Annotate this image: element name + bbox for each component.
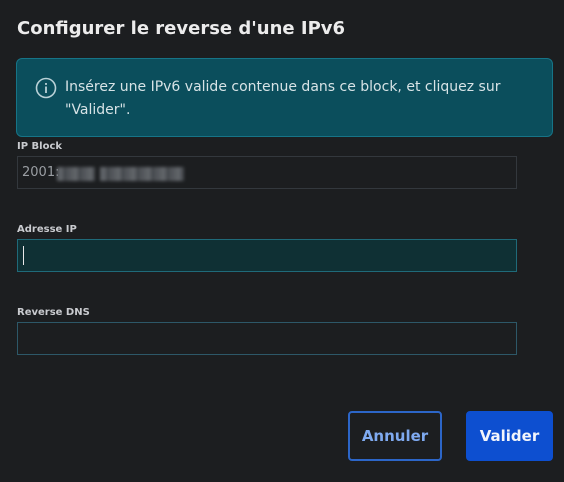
ip-block-label: IP Block xyxy=(17,141,63,152)
submit-button[interactable]: Valider xyxy=(466,411,553,461)
redacted-ip-segment xyxy=(57,167,95,181)
text-caret xyxy=(23,246,24,265)
reverse-dns-label: Reverse DNS xyxy=(17,307,90,318)
ip-address-input[interactable] xyxy=(17,239,517,272)
reverse-dns-input[interactable] xyxy=(17,322,517,355)
dialog-title: Configurer le reverse d'une IPv6 xyxy=(17,18,346,39)
reverse-dns-dialog: Configurer le reverse d'une IPv6 Insérez… xyxy=(0,0,564,482)
redacted-ip-segment xyxy=(100,167,184,181)
ip-address-label: Adresse IP xyxy=(17,224,77,235)
info-icon xyxy=(35,77,57,99)
cancel-button[interactable]: Annuler xyxy=(348,411,442,461)
info-banner: Insérez une IPv6 valide contenue dans ce… xyxy=(16,58,553,137)
info-message: Insérez une IPv6 valide contenue dans ce… xyxy=(65,79,501,118)
